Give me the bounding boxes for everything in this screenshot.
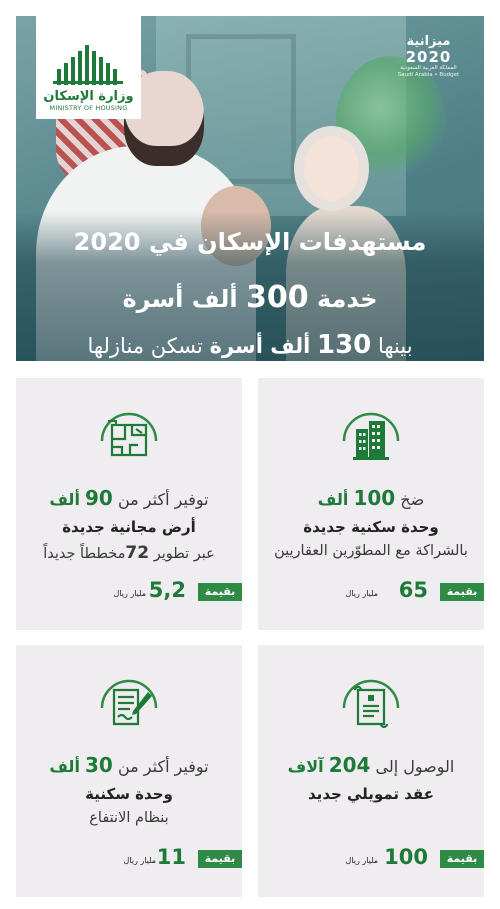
hero-headline: مستهدفات الإسكان في 2020 [73,228,427,256]
card-headline-number: 90 [85,486,113,510]
card-detail-prefix: عبر تطوير [153,546,215,562]
target-card-finance-contracts: الوصول إلى 204 آلاف عقد تمويلي جديد بقيم… [258,645,484,897]
card-headline-prefix: ضخ [400,490,425,509]
budget-year: 2020 [405,48,452,66]
budget-title: ميزانية [406,34,451,49]
card-headline-unit: ألف [317,490,349,509]
hero-families-number: 300 [245,280,309,315]
ministry-logo-mark-icon [52,45,123,85]
card-detail: بنظام الانتفاع [89,810,169,826]
cost-badge: بقيمة [440,583,484,601]
card-subject: عقد تمويلي جديد [308,785,434,803]
card-cost: بقيمة 65 مليار ريال [266,578,484,606]
cost-badge: بقيمة [198,583,242,601]
hero-owners-suffix: تسكن منازلها [87,334,203,358]
cost-badge: بقيمة [440,850,484,868]
hero-families-unit: ألف أسرة [122,285,238,313]
cost-badge: بقيمة [198,850,242,868]
card-headline-number: 100 [353,486,396,510]
budget-2020-logo: ميزانية 2020 المملكة العربية السعودية Sa… [381,34,476,104]
target-card-free-land: توفير أكثر من 90 ألف أرض مجانية جديدة عب… [16,378,242,630]
card-headline: الوصول إلى 204 آلاف [258,753,484,777]
cost-amount: 11 [156,845,186,869]
hero-woman-face [304,136,359,201]
document-sign-icon [92,666,166,740]
hero-owners-number: 130 [316,330,372,360]
card-cost: بقيمة 11 مليار ريال [24,845,242,873]
card-subject: وحدة سكنية جديدة [303,518,439,536]
budget-subtitle-arabic: المملكة العربية السعودية [400,65,457,71]
card-detail-suffix: مخططاً جديداً [43,546,126,562]
card-detail: عبر تطوير 72مخططاً جديداً [16,543,242,563]
card-headline-prefix: توفير أكثر من [117,490,209,509]
logo-arabic-text: وزارة الإسكان [43,89,134,104]
hero-owners-prefix: بينها [377,334,413,358]
card-headline-prefix: الوصول إلى [375,757,455,776]
cost-unit: مليار ريال [113,589,146,598]
target-card-usufruct-units: توفير أكثر من 30 ألف وحدة سكنية بنظام ال… [16,645,242,897]
hero-service-word: خدمة [316,285,378,313]
hero-owners-line: بينها 130 ألف أسرة تسكن منازلها [16,330,484,360]
card-subject: وحدة سكنية [85,785,173,803]
card-headline-number: 204 [328,753,371,777]
cost-unit: مليار ريال [345,589,378,598]
card-headline-unit: ألف [49,757,80,776]
card-headline: توفير أكثر من 30 ألف [16,753,242,777]
hero-banner: وزارة الإسكان MINISTRY OF HOUSING ميزاني… [16,16,484,361]
card-subject: أرض مجانية جديدة [62,518,196,536]
card-headline-unit: آلاف [287,757,324,776]
cost-amount: 5,2 [148,578,186,602]
card-headline-number: 30 [85,753,113,777]
card-cost: بقيمة 5,2 مليار ريال [24,578,242,606]
hero-subheadline: خدمة 300 ألف أسرة [16,280,484,315]
cost-unit: مليار ريال [123,856,156,865]
card-cost: بقيمة 100 مليار ريال [266,845,484,873]
land-plan-icon [92,399,166,473]
card-headline-prefix: توفير أكثر من [117,757,209,776]
contract-icon [334,666,408,740]
buildings-icon [334,399,408,473]
cost-amount: 65 [398,578,428,602]
card-headline-unit: ألف [49,490,80,509]
card-detail: بالشراكة مع المطوّرين العقاريين [274,543,468,559]
ministry-logo: وزارة الإسكان MINISTRY OF HOUSING [36,16,141,119]
cost-unit: مليار ريال [345,856,378,865]
card-detail-number: 72 [125,543,150,563]
hero-owners-unit: ألف أسرة [209,334,311,358]
cost-amount: 100 [384,845,428,869]
budget-subtitle-english: Saudi Arabia • Budget [397,72,460,78]
target-card-housing-units: ضخ 100 ألف وحدة سكنية جديدة بالشراكة مع … [258,378,484,630]
logo-english-text: MINISTRY OF HOUSING [49,104,128,112]
card-headline: توفير أكثر من 90 ألف [16,486,242,510]
card-headline: ضخ 100 ألف [258,486,484,510]
